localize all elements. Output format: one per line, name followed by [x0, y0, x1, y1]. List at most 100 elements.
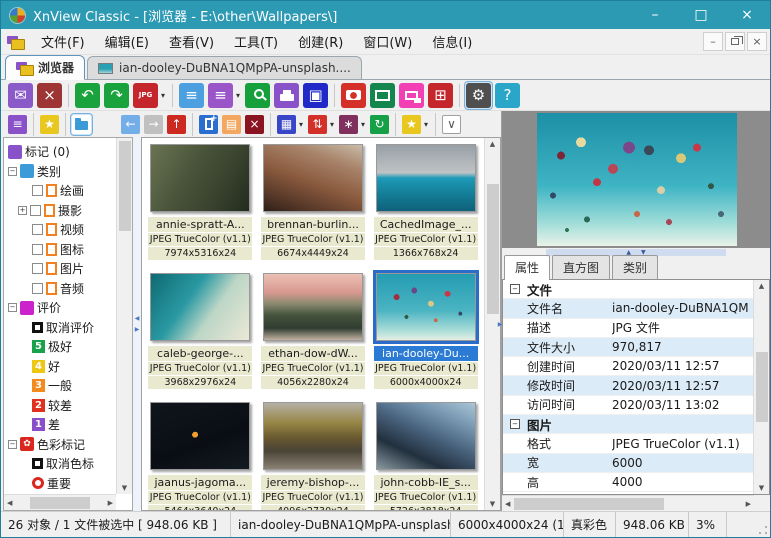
scroll-right-icon[interactable]: ▶ — [746, 500, 751, 508]
browse-folders-button[interactable]: ▤ — [221, 114, 242, 135]
tree-item-7[interactable]: 图片 — [4, 259, 116, 279]
favorites-button[interactable]: ★ — [39, 114, 60, 135]
dropdown-arrow-icon[interactable]: ▾ — [161, 91, 165, 100]
tab-image[interactable]: ian-dooley-DuBNA1QMpPA-unsplash.... — [87, 56, 362, 79]
property-row[interactable]: 文件大小970,817 — [503, 338, 753, 357]
capture-window-button[interactable]: ▣ — [302, 82, 329, 109]
resize-grip[interactable] — [757, 524, 769, 536]
up-button[interactable]: ↑ — [166, 114, 187, 135]
tree-item-15[interactable]: 1差 — [4, 415, 116, 435]
tree-item-1[interactable]: 标记 (0) — [4, 142, 116, 162]
help-button[interactable]: ? — [494, 82, 521, 109]
collapse-icon[interactable]: − — [510, 284, 520, 294]
thumbnail-item-1[interactable]: annie-spratt-A...JPEG TrueColor (v1.1)79… — [144, 144, 257, 273]
preview-image[interactable] — [537, 113, 737, 246]
back-button[interactable]: ← — [120, 114, 141, 135]
search-button[interactable] — [244, 82, 271, 109]
menu-item-7[interactable]: 信息(I) — [422, 28, 482, 55]
menu-item-4[interactable]: 工具(T) — [224, 28, 288, 55]
property-row[interactable]: 高4000 — [503, 473, 753, 492]
scrollbar-thumb[interactable] — [756, 352, 768, 422]
thumbnail-image[interactable] — [150, 402, 250, 470]
maximize-button[interactable]: □ — [678, 1, 724, 29]
mdi-close-button[interactable]: × — [747, 32, 767, 51]
property-row[interactable]: 访问时间2020/03/11 13:02 — [503, 396, 753, 415]
property-row[interactable]: 创建时间2020/03/11 12:57 — [503, 357, 753, 376]
checkbox[interactable] — [32, 283, 43, 294]
properties-vertical-scrollbar[interactable]: ▲▼ — [753, 280, 769, 494]
view-mode-button[interactable]: ≡▾ — [207, 82, 242, 109]
scroll-down-icon[interactable]: ▼ — [490, 500, 495, 508]
scrollbar-thumb[interactable] — [30, 497, 90, 509]
properties-horizontal-scrollbar[interactable]: ◀▶ — [502, 495, 754, 511]
collapse-icon[interactable]: − — [8, 303, 17, 312]
mdi-minimize-button[interactable]: – — [703, 32, 723, 51]
checkbox[interactable] — [32, 263, 43, 274]
settings-button[interactable]: ⚙ — [465, 82, 492, 109]
label-filter-button[interactable]: ★▾ — [401, 114, 430, 135]
property-row[interactable]: 宽6000 — [503, 454, 753, 473]
jpeg-operations-button[interactable]: JPG▾ — [132, 82, 167, 109]
property-row[interactable]: 描述JPG 文件 — [503, 319, 753, 338]
thumbnail-item-9[interactable]: john-cobb-IE_s...JPEG TrueColor (v1.1)57… — [369, 402, 482, 510]
info-tab-1[interactable]: 属性 — [504, 255, 550, 280]
scroll-right-icon[interactable]: ▶ — [108, 499, 113, 507]
tree-item-11[interactable]: 5极好 — [4, 337, 116, 357]
close-button[interactable]: × — [724, 1, 770, 29]
thumbnail-item-5[interactable]: ethan-dow-dW...JPEG TrueColor (v1.1)4056… — [257, 273, 370, 402]
slideshow-button[interactable] — [369, 82, 396, 109]
delete-button[interactable]: × — [244, 114, 265, 135]
scroll-down-icon[interactable]: ▼ — [759, 484, 764, 492]
scroll-up-icon[interactable]: ▲ — [759, 282, 764, 290]
properties-button[interactable]: ≡ — [178, 82, 205, 109]
collapse-icon[interactable]: − — [8, 167, 17, 176]
tree-item-8[interactable]: 音频 — [4, 279, 116, 299]
scrollbar-thumb[interactable] — [119, 141, 131, 231]
menu-item-1[interactable]: 文件(F) — [31, 28, 95, 55]
refresh-button[interactable]: ↻ — [369, 114, 390, 135]
thumbnail-item-8[interactable]: jeremy-bishop-...JPEG TrueColor (v1.1)40… — [257, 402, 370, 510]
scroll-down-icon[interactable]: ▼ — [122, 484, 127, 492]
rotate-left-button[interactable]: ↶ — [74, 82, 101, 109]
minimize-button[interactable]: – — [632, 1, 678, 29]
tree-item-17[interactable]: 取消色标 — [4, 454, 116, 474]
scroll-up-icon[interactable]: ▲ — [490, 140, 495, 148]
tree-vertical-scrollbar[interactable]: ▲▼ — [116, 138, 132, 494]
checkbox[interactable] — [32, 185, 43, 196]
toolbar-overflow-button[interactable]: ∨ — [441, 114, 462, 135]
tree-item-6[interactable]: 图标 — [4, 240, 116, 260]
layout-button[interactable]: ▦▾ — [276, 114, 305, 135]
tree-item-5[interactable]: 视频 — [4, 220, 116, 240]
thumbnail-image[interactable] — [376, 144, 476, 212]
dropdown-arrow-icon[interactable]: ▾ — [299, 120, 303, 129]
dropdown-arrow-icon[interactable]: ▾ — [361, 120, 365, 129]
collapse-right-icon[interactable]: ▶ — [498, 321, 503, 328]
property-group-row[interactable]: −图片 — [503, 415, 753, 434]
tree-item-18[interactable]: 重要 — [4, 474, 116, 494]
new-folder-button[interactable] — [198, 114, 219, 135]
collapse-left-icon[interactable]: ◀ — [135, 315, 140, 322]
thumbnail-image[interactable] — [376, 402, 476, 470]
tree-item-2[interactable]: −类别 — [4, 162, 116, 182]
tree-item-9[interactable]: −评价 — [4, 298, 116, 318]
tree-item-12[interactable]: 4好 — [4, 357, 116, 377]
left-splitter[interactable]: ◀▶ — [133, 137, 141, 511]
title-bar[interactable]: XnView Classic - [浏览器 - E:\other\Wallpap… — [1, 1, 770, 29]
menu-item-5[interactable]: 创建(R) — [288, 28, 353, 55]
property-row[interactable]: 修改时间2020/03/11 12:57 — [503, 376, 753, 395]
thumbnail-image[interactable] — [263, 144, 363, 212]
thumbnail-image[interactable] — [150, 144, 250, 212]
thumbnail-image[interactable] — [263, 402, 363, 470]
tree-item-16[interactable]: −✿色彩标记 — [4, 435, 116, 455]
thumbnail-image[interactable] — [263, 273, 363, 341]
scroll-left-icon[interactable]: ◀ — [505, 500, 510, 508]
info-tab-2[interactable]: 直方图 — [552, 255, 610, 279]
tree-horizontal-scrollbar[interactable]: ◀▶ — [4, 494, 116, 510]
folder-view-button[interactable] — [71, 114, 92, 135]
scroll-left-icon[interactable]: ◀ — [7, 499, 12, 507]
contact-sheet-button[interactable]: ⊞ — [427, 82, 454, 109]
scrollbar-thumb[interactable] — [514, 498, 664, 510]
thumbnail-item-7[interactable]: jaanus-jagoma...JPEG TrueColor (v1.1)546… — [144, 402, 257, 510]
menu-item-3[interactable]: 查看(V) — [159, 28, 224, 55]
sort-button[interactable]: ⇅▾ — [307, 114, 336, 135]
